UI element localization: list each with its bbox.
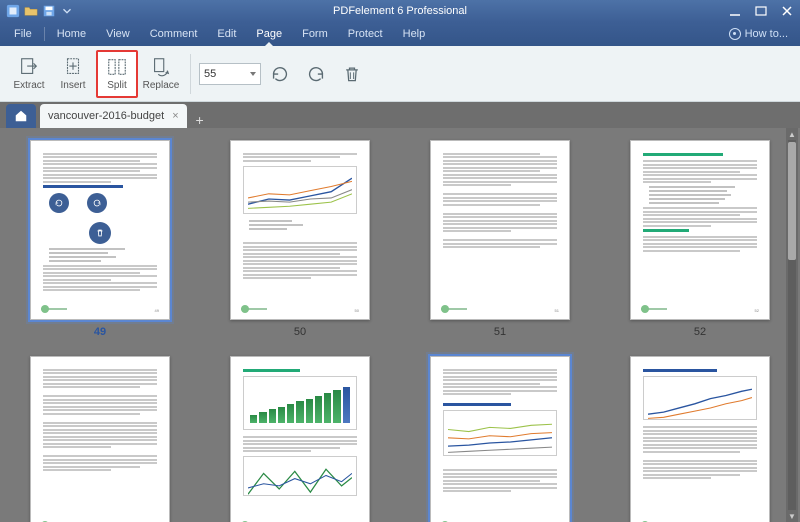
page-number-field[interactable]: 55 — [199, 63, 261, 85]
menu-help[interactable]: Help — [393, 22, 436, 46]
page-thumb-54[interactable] — [230, 356, 370, 522]
insert-label: Insert — [60, 80, 85, 91]
howto-link[interactable]: How to... — [729, 28, 796, 40]
quick-access-dropdown-icon[interactable] — [60, 4, 74, 18]
thumb-heading — [443, 403, 511, 406]
trash-circle-icon — [89, 222, 111, 244]
page-thumbnail[interactable]: 51 51 — [420, 140, 580, 338]
footer-page-num: 52 — [755, 308, 759, 313]
thumb-line-chart — [243, 456, 357, 496]
menu-home[interactable]: Home — [47, 22, 96, 46]
page-thumb-56[interactable] — [630, 356, 770, 522]
refresh-circle-icon — [87, 193, 107, 213]
rotate-cw-button[interactable] — [303, 61, 329, 87]
split-label: Split — [107, 80, 126, 91]
dropdown-caret-icon — [250, 72, 256, 76]
delete-page-button[interactable] — [339, 61, 365, 87]
minimize-button[interactable] — [722, 0, 748, 22]
replace-button[interactable]: Replace — [140, 50, 182, 98]
page-thumb-55[interactable] — [430, 356, 570, 522]
menu-comment[interactable]: Comment — [140, 22, 208, 46]
ribbon-toolbar: Extract Insert Split Replace 55 — [0, 46, 800, 102]
howto-icon — [729, 28, 741, 40]
menu-page[interactable]: Page — [246, 22, 292, 46]
thumb-line-chart — [443, 410, 557, 456]
scroll-down-arrow-icon[interactable]: ▼ — [786, 510, 798, 522]
thumb-heading — [643, 229, 689, 232]
maximize-button[interactable] — [748, 0, 774, 22]
page-thumbnail[interactable]: 50 50 — [220, 140, 380, 338]
open-file-icon[interactable] — [24, 4, 38, 18]
menu-file[interactable]: File — [4, 22, 42, 46]
page-number-value: 55 — [204, 68, 216, 80]
page-thumbnail[interactable] — [620, 356, 780, 522]
app-title: PDFelement 6 Professional — [333, 5, 467, 17]
page-thumb-52[interactable]: 52 — [630, 140, 770, 320]
extract-label: Extract — [13, 80, 44, 91]
document-tab[interactable]: vancouver-2016-budget × — [40, 104, 187, 128]
page-thumbnail-pane: 49 49 — [0, 128, 800, 522]
thumb-heading — [643, 153, 723, 156]
menu-protect[interactable]: Protect — [338, 22, 393, 46]
menu-view[interactable]: View — [96, 22, 140, 46]
ribbon-sep — [190, 54, 191, 94]
replace-label: Replace — [143, 80, 180, 91]
app-icon — [6, 4, 20, 18]
page-thumbnail[interactable]: 52 52 — [620, 140, 780, 338]
footer-page-num: 50 — [355, 308, 359, 313]
thumb-bar-chart — [243, 376, 357, 430]
menu-bar: File Home View Comment Edit Page Form Pr… — [0, 22, 800, 46]
footer-logo-icon — [41, 305, 67, 313]
footer-page-num: 51 — [555, 308, 559, 313]
page-thumb-49[interactable]: 49 — [30, 140, 170, 320]
insert-button[interactable]: Insert — [52, 50, 94, 98]
menu-edit[interactable]: Edit — [207, 22, 246, 46]
page-thumbnail[interactable] — [20, 356, 180, 522]
footer-logo-icon — [241, 305, 267, 313]
footer-logo-icon — [641, 305, 667, 313]
split-button[interactable]: Split — [96, 50, 138, 98]
document-tab-strip: vancouver-2016-budget × + — [0, 102, 800, 128]
refresh-circle-icon — [49, 193, 69, 213]
thumb-heading — [643, 369, 717, 372]
thumb-heading — [243, 369, 300, 372]
page-number-label: 49 — [94, 326, 106, 338]
new-tab-button[interactable]: + — [187, 112, 207, 128]
thumb-inline-icons — [49, 193, 107, 213]
title-bar: PDFelement 6 Professional — [0, 0, 800, 22]
page-thumb-50[interactable]: 50 — [230, 140, 370, 320]
footer-logo-icon — [441, 305, 467, 313]
page-thumbnail[interactable]: 49 49 — [20, 140, 180, 338]
scroll-up-arrow-icon[interactable]: ▲ — [786, 128, 798, 140]
vertical-scrollbar[interactable]: ▲ ▼ — [786, 128, 798, 522]
home-tab[interactable] — [6, 104, 36, 128]
page-number-label: 52 — [694, 326, 706, 338]
document-tab-title: vancouver-2016-budget — [48, 110, 164, 122]
footer-page-num: 49 — [155, 308, 159, 313]
menu-sep — [44, 27, 45, 41]
thumb-line-chart — [243, 166, 357, 214]
save-icon[interactable] — [42, 4, 56, 18]
thumb-heading — [43, 185, 123, 188]
extract-button[interactable]: Extract — [8, 50, 50, 98]
page-thumbnail[interactable] — [220, 356, 380, 522]
page-thumbnail[interactable] — [420, 356, 580, 522]
page-thumb-53[interactable] — [30, 356, 170, 522]
page-number-label: 51 — [494, 326, 506, 338]
thumb-line-chart — [643, 376, 757, 420]
page-thumb-51[interactable]: 51 — [430, 140, 570, 320]
menu-form[interactable]: Form — [292, 22, 338, 46]
page-number-label: 50 — [294, 326, 306, 338]
howto-label: How to... — [745, 28, 788, 40]
scrollbar-thumb[interactable] — [788, 142, 796, 260]
close-tab-icon[interactable]: × — [172, 110, 178, 122]
rotate-ccw-button[interactable] — [267, 61, 293, 87]
close-button[interactable] — [774, 0, 800, 22]
